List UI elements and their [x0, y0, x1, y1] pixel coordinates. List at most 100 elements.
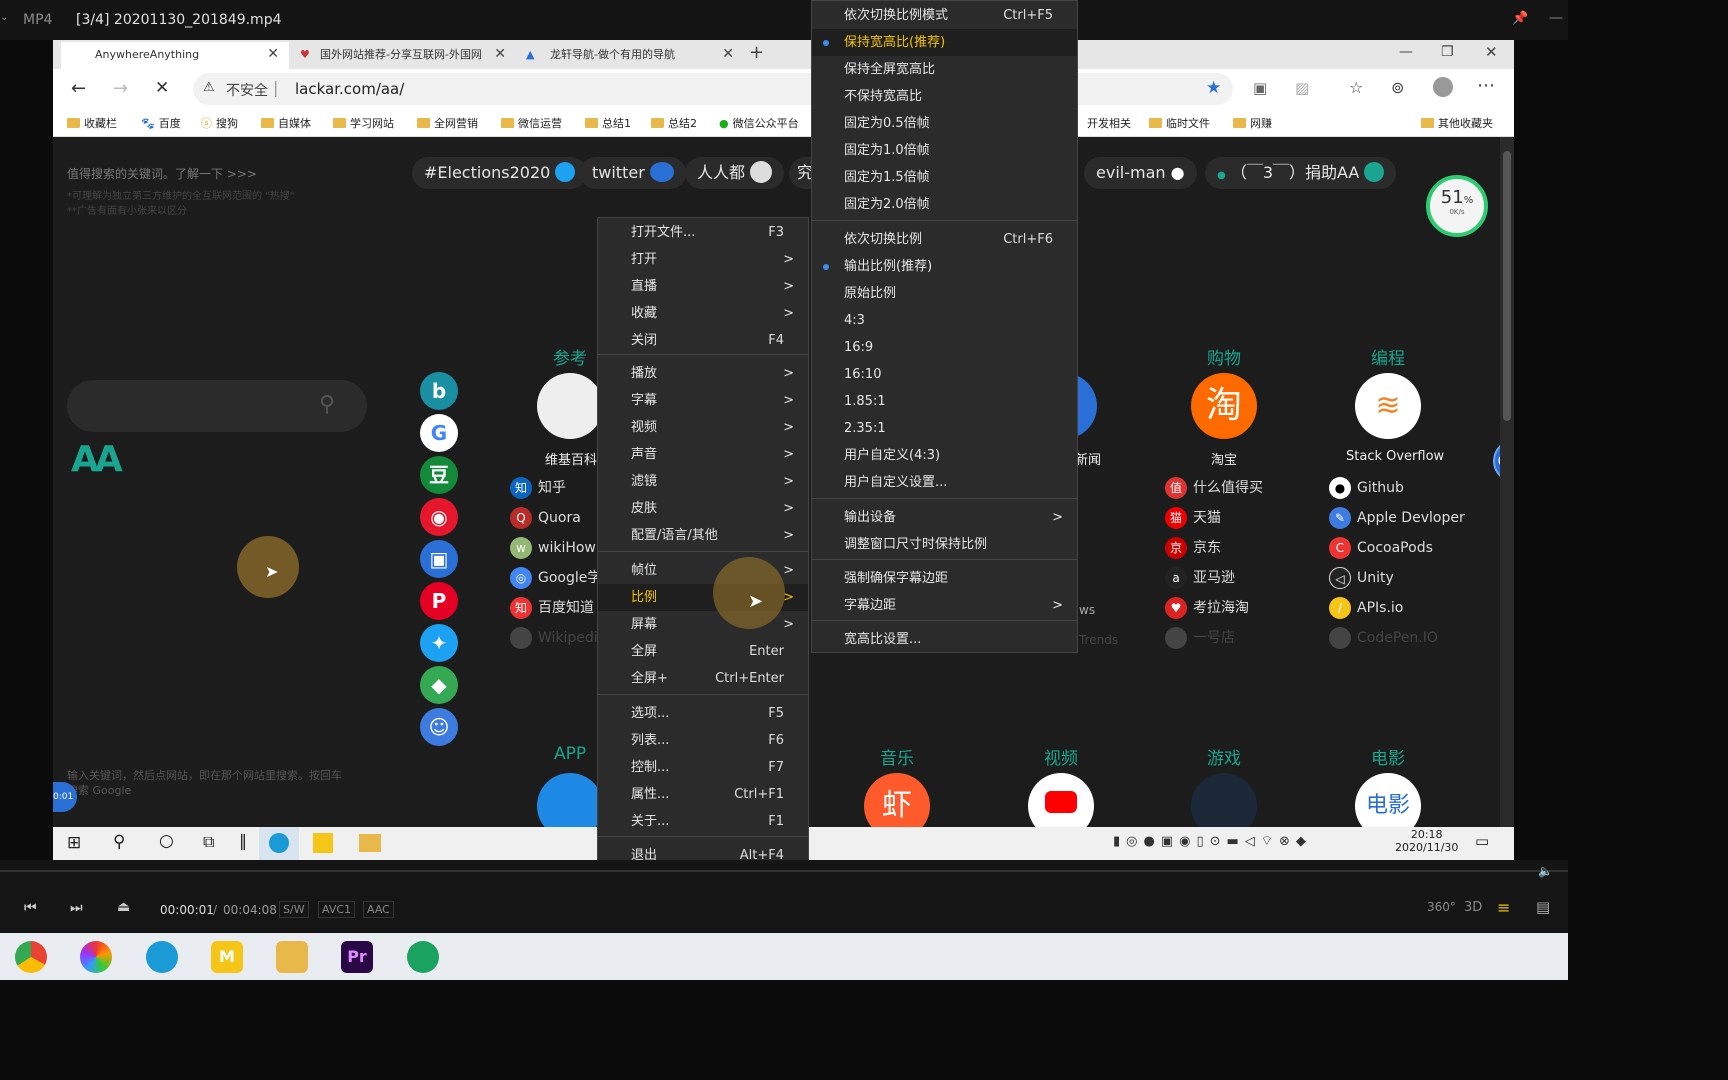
- menu-item[interactable]: 输出设备 >: [812, 504, 1077, 531]
- extension-icon[interactable]: ▣: [1253, 79, 1267, 97]
- link-apple-developer[interactable]: ✎ Apple Devloper: [1329, 507, 1465, 529]
- menu-item[interactable]: 强制确保字幕边距: [812, 565, 1077, 592]
- app-taskbar-icon[interactable]: [313, 833, 333, 853]
- menu-item[interactable]: 固定为1.0倍帧: [812, 137, 1077, 164]
- link-unity[interactable]: ◁ Unity: [1329, 567, 1394, 589]
- menu-item[interactable]: 原始比例: [812, 280, 1077, 307]
- bookmark-folder[interactable]: 总结2: [651, 115, 697, 131]
- menu-item[interactable]: 依次切换比例 Ctrl+F6: [812, 226, 1077, 253]
- start-icon[interactable]: ⊞: [67, 833, 81, 853]
- link-smzdm[interactable]: 值什么值得买: [1165, 477, 1263, 499]
- donate-pill[interactable]: ● （￣3￣）捐助AA: [1205, 157, 1397, 189]
- edge-taskbar-icon[interactable]: [259, 827, 299, 860]
- news-main-label[interactable]: 新闻: [1075, 449, 1101, 468]
- photos-icon[interactable]: [80, 941, 112, 973]
- back-icon[interactable]: ←: [71, 78, 86, 99]
- file-explorer-icon[interactable]: [276, 941, 308, 973]
- 3d-button[interactable]: 3D: [1464, 900, 1482, 915]
- menu-item[interactable]: 打开文件... F3: [598, 219, 808, 246]
- bing-icon[interactable]: b: [420, 372, 458, 410]
- menu-item[interactable]: 直播 >: [598, 273, 808, 300]
- trending-pill[interactable]: evil-man ●: [1084, 157, 1197, 189]
- more-menu-icon[interactable]: ⋯: [1477, 75, 1495, 96]
- twitter-icon[interactable]: ✦: [420, 624, 458, 662]
- stop-loading-icon[interactable]: ✕: [155, 78, 169, 98]
- task-view-icon[interactable]: ⧉: [203, 832, 214, 852]
- bookmark-link[interactable]: 开发相关: [1087, 115, 1131, 131]
- link-github[interactable]: ● Github: [1329, 477, 1404, 499]
- hint-title[interactable]: 值得搜索的关键词。了解一下 >>>: [67, 165, 257, 182]
- menu-item[interactable]: 关闭 F4: [598, 327, 808, 354]
- timer-badge-left[interactable]: 0:01: [53, 782, 77, 812]
- coding-main-label[interactable]: Stack Overflow: [1346, 449, 1444, 464]
- favorite-star-icon[interactable]: ★: [1206, 78, 1221, 98]
- extension-icon[interactable]: ▨: [1295, 79, 1309, 97]
- speed-widget[interactable]: 51% 0K/s: [1426, 175, 1488, 237]
- link-amazon[interactable]: a 亚马逊: [1165, 567, 1235, 589]
- pin-icon[interactable]: 📌: [1512, 11, 1528, 26]
- menu-item[interactable]: 全屏 Enter: [598, 638, 808, 665]
- status-tag[interactable]: AAC: [363, 901, 394, 918]
- link-cocoapods[interactable]: C CocoaPods: [1329, 537, 1433, 559]
- google-icon[interactable]: G: [420, 414, 458, 452]
- menu-item[interactable]: 16:9: [812, 334, 1077, 361]
- menu-item[interactable]: 皮肤 >: [598, 495, 808, 522]
- menu-item[interactable]: 属性... Ctrl+F1: [598, 781, 808, 808]
- menu-item[interactable]: 声音 >: [598, 441, 808, 468]
- menu-item[interactable]: 关于... F1: [598, 808, 808, 835]
- page-scrollbar[interactable]: [1500, 137, 1514, 827]
- menu-item[interactable]: 控制... F7: [598, 754, 808, 781]
- menu-item[interactable]: 1.85:1: [812, 388, 1077, 415]
- shopping-main-label[interactable]: 淘宝: [1211, 449, 1237, 468]
- eject-icon[interactable]: ⏏: [117, 899, 130, 915]
- player-menu-chevron-icon[interactable]: ⌄: [0, 12, 8, 23]
- link-kaola[interactable]: ♥ 考拉海淘: [1165, 597, 1249, 619]
- link-tmall[interactable]: 猫天猫: [1165, 507, 1221, 529]
- menu-item[interactable]: 依次切换比例模式 Ctrl+F5: [812, 2, 1077, 29]
- previous-icon[interactable]: ⏮: [24, 900, 37, 916]
- link-zhihu[interactable]: 知知乎: [510, 477, 566, 499]
- bookmark-folder[interactable]: 总结1: [585, 115, 631, 131]
- people-search-icon[interactable]: ☺: [420, 708, 458, 746]
- menu-item[interactable]: 用户自定义设置...: [812, 469, 1077, 496]
- notification-icon[interactable]: ▭: [1475, 832, 1489, 850]
- menu-item[interactable]: 字幕边距 >: [812, 592, 1077, 619]
- screenshot-icon[interactable]: ⊚: [1391, 78, 1404, 97]
- link-baidu-zhidao[interactable]: 知百度知道: [510, 597, 594, 619]
- bookmark-folder[interactable]: 全网营销: [417, 115, 478, 131]
- menu-item[interactable]: 不保持宽高比: [812, 83, 1077, 110]
- bookmark-folder[interactable]: 收藏栏: [67, 115, 117, 131]
- search-icon[interactable]: ⚲: [113, 832, 125, 852]
- window-minimize-icon[interactable]: —: [1399, 44, 1413, 60]
- file-explorer-icon[interactable]: [359, 834, 381, 852]
- link-google-scholar[interactable]: ◎ Google学: [510, 567, 601, 589]
- window-close-icon[interactable]: ✕: [1485, 43, 1498, 61]
- link-wikipedia[interactable]: Wikipedi: [510, 627, 598, 649]
- vr-360-button[interactable]: 360°: [1427, 900, 1456, 914]
- link-apis[interactable]: / APIs.io: [1329, 597, 1403, 619]
- menu-item[interactable]: 滤镜 >: [598, 468, 808, 495]
- menu-item[interactable]: 配置/语言/其他 >: [598, 522, 808, 549]
- bookmark-link[interactable]: ⓢ 搜狗: [201, 115, 238, 131]
- next-icon[interactable]: ⏭: [70, 900, 83, 916]
- trending-pill[interactable]: 人人都: [685, 157, 785, 189]
- playlist-search-icon[interactable]: ≡: [1497, 898, 1510, 917]
- partial-link[interactable]: Trends: [1079, 633, 1118, 647]
- close-tab-icon[interactable]: ✕: [722, 42, 734, 67]
- menu-item[interactable]: 用户自定义(4:3): [812, 442, 1077, 469]
- scrollbar-thumb[interactable]: [1503, 151, 1511, 421]
- menu-item[interactable]: 宽高比设置...: [812, 626, 1077, 653]
- menu-item[interactable]: 字幕 >: [598, 387, 808, 414]
- link-yhd[interactable]: 一号店: [1165, 627, 1235, 649]
- forward-icon[interactable]: →: [113, 78, 128, 99]
- status-tag[interactable]: AVC1: [318, 901, 356, 918]
- wikipedia-icon[interactable]: [537, 373, 603, 439]
- link-jd[interactable]: 京京东: [1165, 537, 1221, 559]
- close-tab-icon[interactable]: ✕: [267, 42, 279, 67]
- menu-item[interactable]: 固定为1.5倍帧: [812, 164, 1077, 191]
- bookmark-link[interactable]: ● 微信公众平台: [719, 115, 799, 131]
- reference-main-label[interactable]: 维基百科: [545, 449, 597, 468]
- bookmark-folder[interactable]: 其他收藏夹: [1421, 115, 1493, 131]
- tab-anywhereanything[interactable]: AnywhereAnything ✕: [61, 42, 289, 69]
- cortana-icon[interactable]: ○: [159, 831, 174, 851]
